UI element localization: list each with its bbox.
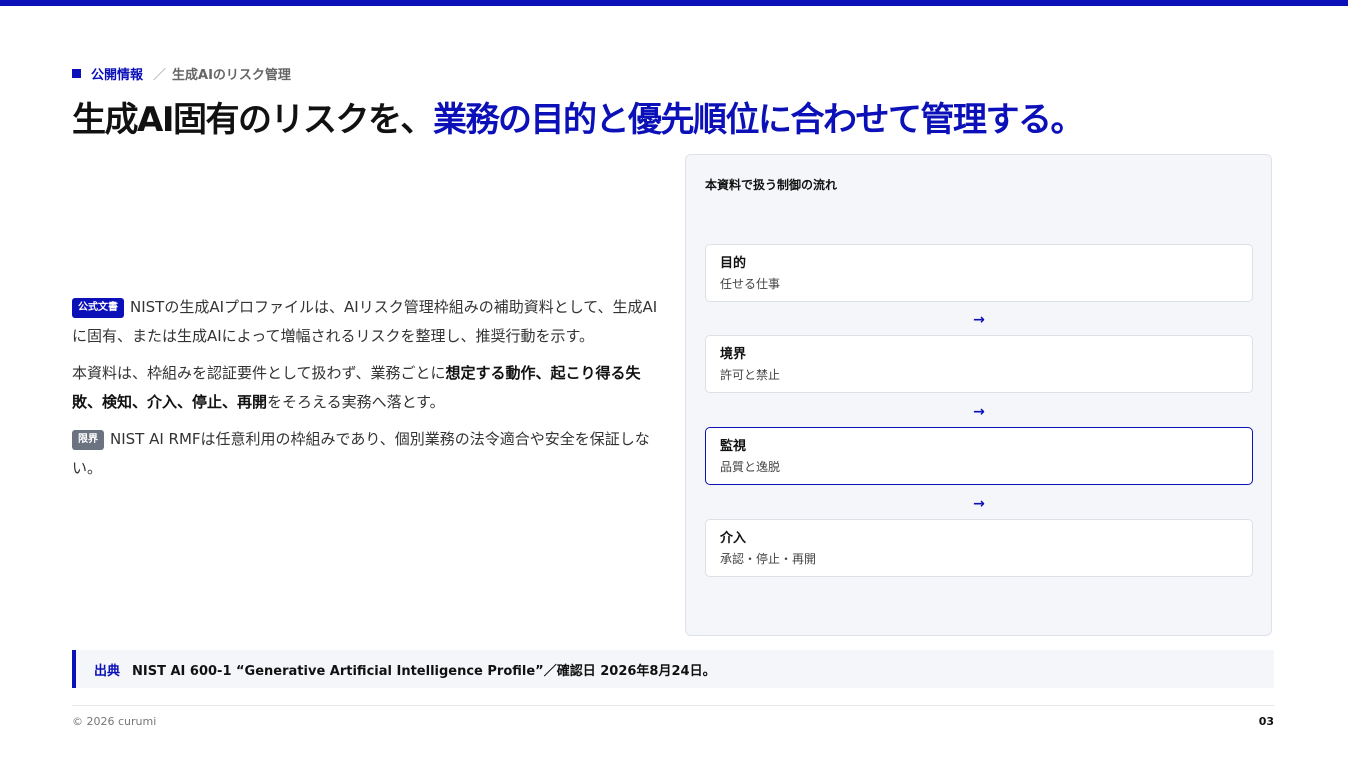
page-title: 生成AI固有のリスクを、業務の目的と優先順位に合わせて管理する。 <box>72 92 1085 141</box>
flow-step-desc: 承認・停止・再開 <box>720 552 817 566</box>
source-citation: 出典 NIST AI 600-1 “Generative Artificial … <box>72 650 1274 688</box>
arrow-right-icon: → <box>973 496 985 512</box>
flow-title: 本資料で扱う制御の流れ <box>705 178 838 192</box>
flow-step-name: 目的 <box>720 256 747 271</box>
flow-step-desc: 品質と逸脱 <box>720 460 781 474</box>
breadcrumb-separator: ／ <box>153 68 167 83</box>
paragraph-scope-post: をそろえる実務へ落とす。 <box>267 393 445 411</box>
paragraph-limitation: 限界 NIST AI RMFは任意利用の枠組みであり、個別業務の法令適合や安全を保… <box>72 425 662 483</box>
paragraph-limitation-text: NIST AI RMFは任意利用の枠組みであり、個別業務の法令適合や安全を保証し… <box>72 430 650 477</box>
source-label: 出典 <box>94 663 121 679</box>
flow-step-name: 境界 <box>720 347 747 362</box>
flow-step-intervention: 介入 承認・停止・再開 <box>705 519 1253 577</box>
flow-step-monitoring: 監視 品質と逸脱 <box>705 427 1253 485</box>
top-accent-bar <box>0 0 1348 6</box>
breadcrumb-topic: 生成AIのリスク管理 <box>172 68 291 83</box>
limitation-tag: 限界 <box>72 430 104 450</box>
paragraph-scope: 本資料は、枠組みを認証要件として扱わず、業務ごとに想定する動作、起こり得る失敗、… <box>72 359 662 417</box>
source-text: NIST AI 600-1 “Generative Artificial Int… <box>132 663 716 679</box>
paragraph-official-text: NISTの生成AIプロファイルは、AIリスク管理枠組みの補助資料として、生成AI… <box>72 298 658 345</box>
title-plain: 生成AI固有のリスクを、 <box>72 100 434 140</box>
paragraph-scope-pre: 本資料は、枠組みを認証要件として扱わず、業務ごとに <box>72 364 446 382</box>
breadcrumb: 公開情報 ／ 生成AIのリスク管理 <box>72 64 291 83</box>
footer-divider <box>72 705 1274 706</box>
square-bullet-icon <box>72 69 81 78</box>
paragraph-official: 公式文書 NISTの生成AIプロファイルは、AIリスク管理枠組みの補助資料として、… <box>72 293 662 351</box>
flow-step-desc: 許可と禁止 <box>720 368 781 382</box>
flow-step-name: 監視 <box>720 439 747 454</box>
copyright: © 2026 curumi <box>72 715 157 728</box>
breadcrumb-section: 公開情報 <box>91 68 144 83</box>
page-number: 03 <box>1258 715 1274 728</box>
official-document-tag: 公式文書 <box>72 298 124 318</box>
flow-step-desc: 任せる仕事 <box>720 277 781 291</box>
arrow-right-icon: → <box>973 404 985 420</box>
body-text: 公式文書 NISTの生成AIプロファイルは、AIリスク管理枠組みの補助資料として、… <box>72 293 662 491</box>
flow-step-boundary: 境界 許可と禁止 <box>705 335 1253 393</box>
flow-step-name: 介入 <box>720 531 747 546</box>
arrow-right-icon: → <box>973 312 985 328</box>
title-highlight: 業務の目的と優先順位に合わせて管理する。 <box>432 100 1085 140</box>
flow-step-purpose: 目的 任せる仕事 <box>705 244 1253 302</box>
control-flow-panel: 本資料で扱う制御の流れ 目的 任せる仕事 → 境界 許可と禁止 → 監視 品質と… <box>685 154 1272 636</box>
